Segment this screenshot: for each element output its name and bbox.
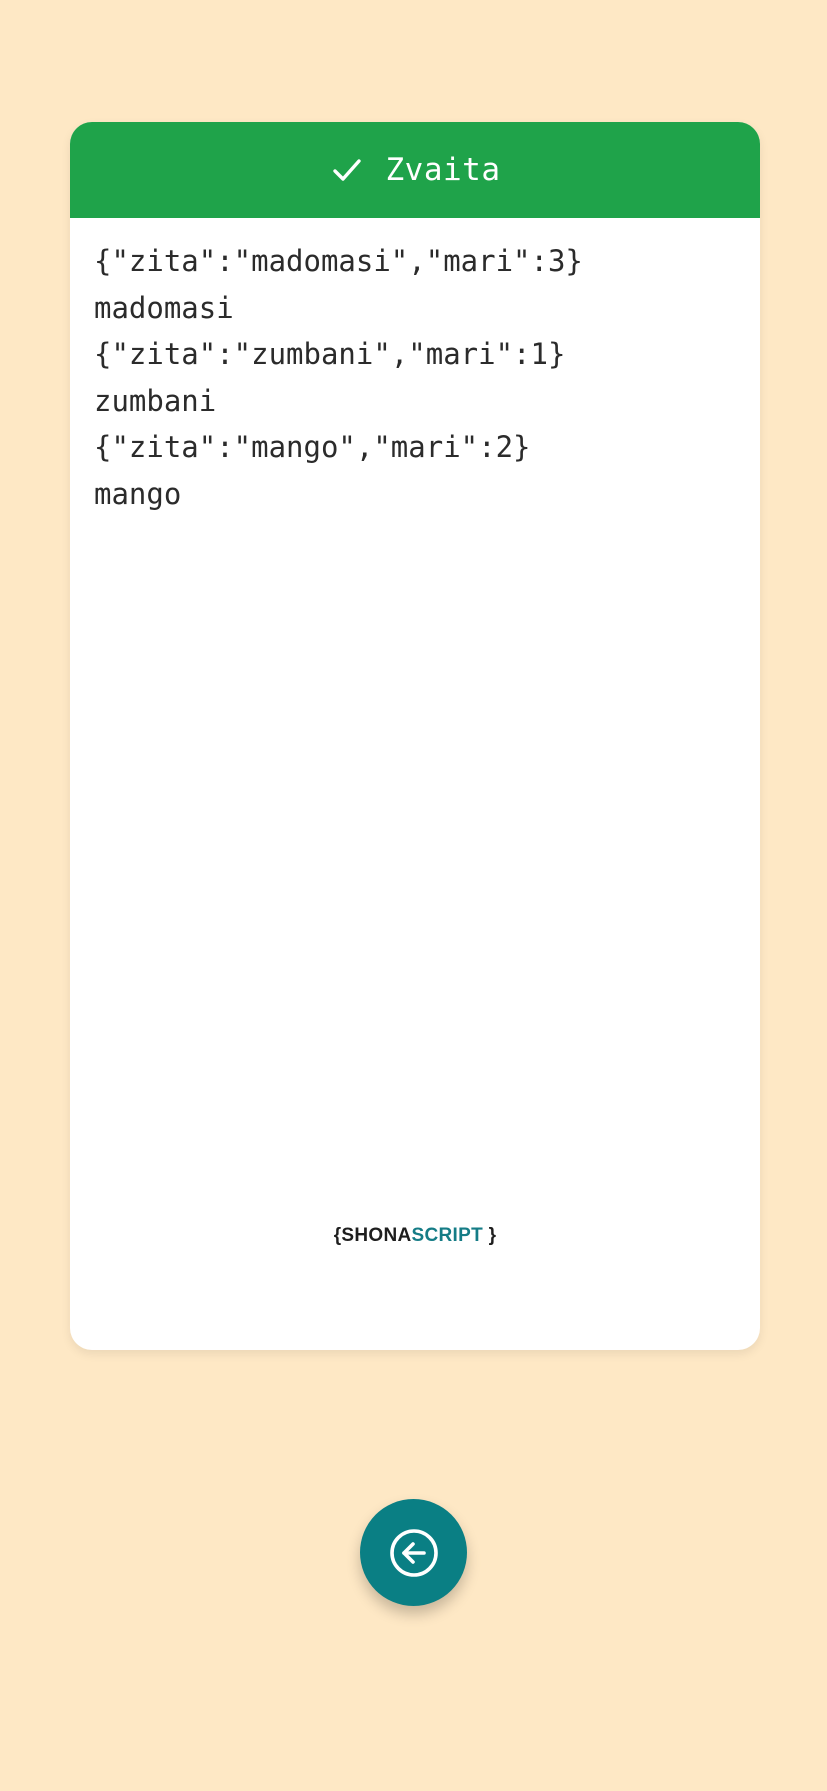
arrow-left-circle-icon <box>388 1527 440 1579</box>
logo-close-brace: } <box>488 1225 497 1246</box>
check-icon <box>330 153 364 187</box>
result-header: Zvaita <box>70 122 760 218</box>
output-console: {"zita":"madomasi","mari":3} madomasi {"… <box>70 218 760 517</box>
result-card: Zvaita {"zita":"madomasi","mari":3} mado… <box>70 122 760 1350</box>
output-line: {"zita":"mango","mari":2} <box>94 430 531 464</box>
back-button[interactable] <box>360 1499 467 1606</box>
shonascript-logo: {SHONASCRIPT } <box>70 1226 760 1245</box>
logo-text-script: SCRIPT <box>411 1225 483 1246</box>
output-line: zumbani <box>94 383 217 418</box>
output-line: {"zita":"madomasi","mari":3} <box>94 244 583 278</box>
output-line: madomasi <box>94 290 234 325</box>
result-title: Zvaita <box>385 151 501 188</box>
output-line: {"zita":"zumbani","mari":1} <box>94 337 566 371</box>
output-line: mango <box>94 476 182 511</box>
logo-text-shona: SHONA <box>341 1225 412 1246</box>
